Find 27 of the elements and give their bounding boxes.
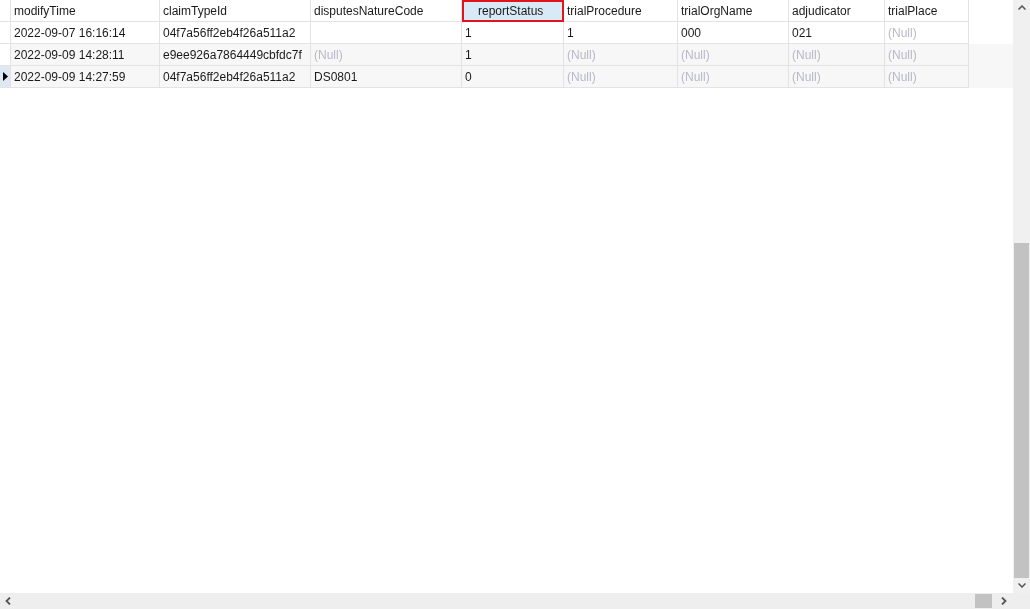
column-header[interactable]: adjudicator — [789, 0, 885, 22]
table-cell: 2022-09-09 14:27:59 — [11, 66, 160, 88]
column-header[interactable]: trialProcedure — [564, 0, 678, 22]
column-header[interactable]: disputesNatureCode — [311, 0, 462, 22]
scroll-thumb[interactable] — [1014, 243, 1029, 578]
row-selector[interactable] — [0, 66, 11, 88]
scroll-up-icon[interactable] — [1017, 5, 1026, 10]
table-cell: (Null) — [885, 66, 969, 88]
table-cell: (Null) — [564, 66, 678, 88]
scroll-left-icon[interactable] — [5, 597, 11, 605]
table-cell: (Null) — [678, 66, 789, 88]
scroll-right-icon[interactable] — [1001, 597, 1007, 605]
column-header[interactable]: trialPlace — [885, 0, 969, 22]
column-header[interactable]: modifyTime — [11, 0, 160, 22]
current-row-pointer-icon — [2, 72, 8, 81]
scroll-down-icon[interactable] — [1017, 583, 1026, 588]
horizontal-scrollbar[interactable] — [0, 593, 1030, 609]
table-cell: 04f7a56ff2eb4f26a511a2 — [160, 66, 311, 88]
vertical-scrollbar[interactable] — [1013, 0, 1030, 593]
column-header[interactable]: claimTypeId — [160, 0, 311, 22]
column-header[interactable]: trialOrgName — [678, 0, 789, 22]
corner-header — [0, 0, 11, 22]
column-header[interactable]: reportStatus — [462, 0, 564, 22]
table-cell: 0 — [462, 66, 564, 88]
scroll-thumb[interactable] — [975, 594, 992, 608]
table-cell: (Null) — [789, 66, 885, 88]
table-cell: DS0801 — [311, 66, 462, 88]
